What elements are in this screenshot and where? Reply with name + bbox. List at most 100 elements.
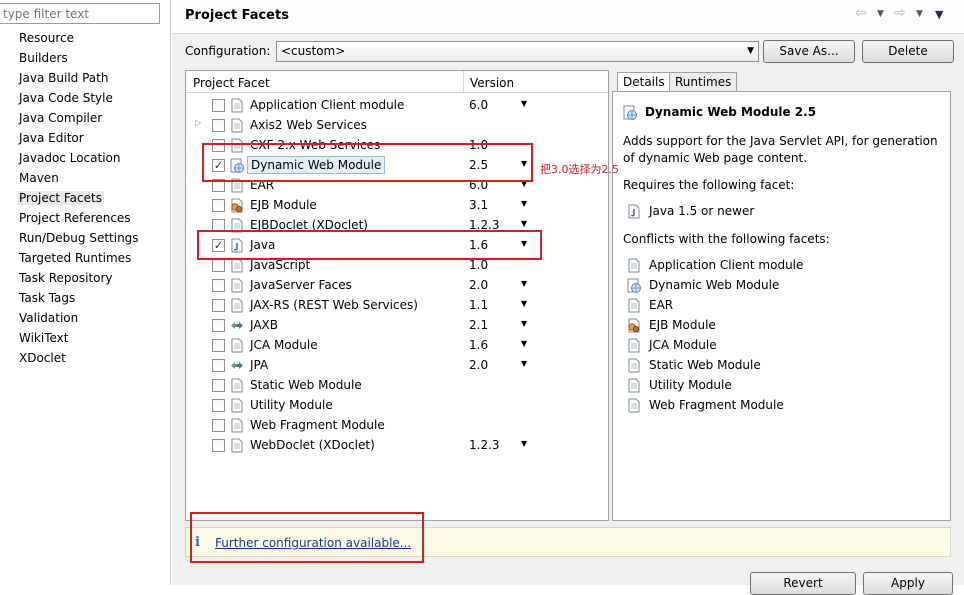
facet-row[interactable]: JCA Module 1.6 ▼ [186, 335, 608, 355]
facet-item-label: Java 1.5 or newer [649, 204, 755, 218]
version-dropdown-icon[interactable]: ▼ [521, 99, 527, 108]
facet-row[interactable]: JPA 2.0 ▼ [186, 355, 608, 375]
conflicts-label: Conflicts with the following facets: [623, 232, 830, 246]
nav-item[interactable]: WikiText [0, 328, 171, 348]
page-icon [628, 338, 640, 353]
annotation-text: 把3.0选择为2.5 [540, 163, 619, 176]
facet-name: Application Client module [250, 98, 405, 112]
nav-item[interactable]: Java Editor [0, 128, 171, 148]
apply-button[interactable]: Apply [863, 572, 953, 595]
filter-input[interactable] [0, 3, 160, 24]
facet-row[interactable]: Utility Module [186, 395, 608, 415]
revert-button[interactable]: Revert [750, 572, 856, 595]
version-dropdown-icon[interactable]: ▼ [521, 279, 527, 288]
facet-version[interactable]: 1.1 [469, 298, 488, 312]
version-dropdown-icon[interactable]: ▼ [521, 199, 527, 208]
nav-item[interactable]: Validation [0, 308, 171, 328]
facet-row[interactable]: JavaServer Faces 2.0 ▼ [186, 275, 608, 295]
facet-version[interactable]: 6.0 [469, 98, 488, 112]
facet-row[interactable]: JAXB 2.1 ▼ [186, 315, 608, 335]
facet-row[interactable]: Static Web Module [186, 375, 608, 395]
facet-name: Web Fragment Module [250, 418, 385, 432]
nav-item-label: Targeted Runtimes [19, 251, 132, 265]
nav-item-label: Java Code Style [19, 91, 113, 105]
facet-item-label: Static Web Module [649, 358, 761, 372]
facet-row[interactable]: JAX-RS (REST Web Services) 1.1 ▼ [186, 295, 608, 315]
facet-checkbox[interactable] [212, 419, 225, 432]
facet-row[interactable]: EJB Module 3.1 ▼ [186, 195, 608, 215]
facet-checkbox[interactable] [212, 399, 225, 412]
nav-item[interactable]: Task Tags [0, 288, 171, 308]
nav-item[interactable]: Java Compiler [0, 108, 171, 128]
version-dropdown-icon[interactable]: ▼ [521, 339, 527, 348]
nav-item[interactable]: Javadoc Location [0, 148, 171, 168]
facet-checkbox[interactable] [212, 379, 225, 392]
tab-runtimes[interactable]: Runtimes [669, 72, 738, 93]
nav-item[interactable]: Task Repository [0, 268, 171, 288]
version-dropdown-icon[interactable]: ▼ [521, 439, 527, 448]
facet-checkbox[interactable] [212, 99, 225, 112]
forward-history-dropdown-icon[interactable]: ▼ [916, 9, 923, 19]
nav-item[interactable]: Builders [0, 48, 171, 68]
facet-checkbox[interactable] [212, 439, 225, 452]
facet-checkbox[interactable] [212, 319, 225, 332]
facet-row[interactable]: ▷ Axis2 Web Services [186, 115, 608, 135]
facet-version[interactable]: 2.0 [469, 278, 488, 292]
java-icon [628, 204, 640, 219]
nav-item[interactable]: Java Build Path [0, 68, 171, 88]
page-icon [231, 338, 243, 353]
nav-item[interactable]: Java Code Style [0, 88, 171, 108]
facet-version[interactable]: 2.0 [469, 358, 488, 372]
expand-arrow-icon[interactable]: ▷ [195, 118, 201, 127]
nav-item[interactable]: Targeted Runtimes [0, 248, 171, 268]
version-dropdown-icon[interactable]: ▼ [521, 359, 527, 368]
facet-row[interactable]: WebDoclet (XDoclet) 1.2.3 ▼ [186, 435, 608, 455]
arrow-left-icon[interactable]: ⇦ [855, 5, 867, 21]
facet-checkbox[interactable] [212, 199, 225, 212]
column-header-version[interactable]: Version [470, 76, 514, 90]
page-title: Project Facets [185, 8, 289, 23]
nav-item-label: Builders [19, 51, 68, 65]
page-icon [231, 418, 243, 433]
configuration-select[interactable]: <custom> ▼ [276, 41, 759, 62]
column-divider [463, 71, 464, 93]
nav-item[interactable]: Maven [0, 168, 171, 188]
nav-item[interactable]: XDoclet [0, 348, 171, 368]
delete-button[interactable]: Delete [862, 40, 954, 63]
globe-page-icon [627, 278, 641, 293]
nav-item[interactable]: Resource [0, 28, 171, 48]
facet-version[interactable]: 1.2.3 [469, 438, 500, 452]
version-dropdown-icon[interactable]: ▼ [521, 299, 527, 308]
facet-version[interactable]: 2.1 [469, 318, 488, 332]
facet-checkbox[interactable] [212, 119, 225, 132]
facet-checkbox[interactable] [212, 359, 225, 372]
version-dropdown-icon[interactable]: ▼ [521, 219, 527, 228]
version-dropdown-icon[interactable]: ▼ [521, 319, 527, 328]
facet-row[interactable]: Web Fragment Module [186, 415, 608, 435]
facet-version[interactable]: 3.1 [469, 198, 488, 212]
facet-checkbox[interactable] [212, 299, 225, 312]
save-as-button[interactable]: Save As... [763, 40, 855, 63]
facet-row[interactable]: Application Client module 6.0 ▼ [186, 95, 608, 115]
facet-version[interactable]: 1.0 [469, 258, 488, 272]
back-history-dropdown-icon[interactable]: ▼ [877, 9, 884, 19]
details-description-line2: of dynamic Web page content. [623, 151, 808, 165]
bean-icon [628, 318, 640, 333]
nav-item-label: Task Repository [19, 271, 113, 285]
facet-name: JPA [250, 358, 269, 372]
facet-checkbox[interactable] [212, 279, 225, 292]
page-icon [231, 378, 243, 393]
nav-item[interactable]: Project References [0, 208, 171, 228]
page-icon [628, 298, 640, 313]
facet-checkbox[interactable] [212, 259, 225, 272]
page-icon [231, 118, 243, 133]
column-header-facet[interactable]: Project Facet [193, 76, 270, 90]
nav-item[interactable]: Run/Debug Settings [0, 228, 171, 248]
view-menu-icon[interactable]: ▼ [935, 8, 943, 21]
nav-item-label: Javadoc Location [19, 151, 121, 165]
arrow-right-icon[interactable]: ⇨ [894, 5, 906, 21]
nav-item[interactable]: Project Facets [0, 188, 171, 208]
facet-version[interactable]: 1.6 [469, 338, 488, 352]
nav-item-label: Project References [19, 211, 131, 225]
facet-checkbox[interactable] [212, 339, 225, 352]
